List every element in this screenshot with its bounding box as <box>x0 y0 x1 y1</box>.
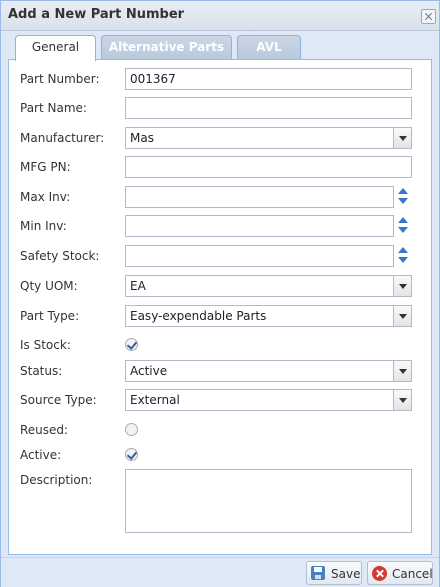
manufacturer-select[interactable]: Mas <box>125 127 412 149</box>
cancel-button-label: Cancel <box>392 567 433 581</box>
qty-uom-row: Qty UOM: EA <box>9 275 433 299</box>
dialog-window: Add a New Part Number General Alternativ… <box>0 0 440 587</box>
part-number-label: Part Number: <box>20 72 100 86</box>
part-type-select[interactable]: Easy-expendable Parts <box>125 305 412 327</box>
is-stock-row: Is Stock: <box>9 334 433 358</box>
active-checkbox[interactable] <box>125 448 138 461</box>
part-name-row: Part Name: <box>9 97 433 121</box>
mfg-pn-input[interactable] <box>125 156 412 178</box>
part-name-label: Part Name: <box>20 101 87 115</box>
dialog-body: General Alternative Parts AVL Part Numbe… <box>8 31 432 555</box>
tab-alternative-parts[interactable]: Alternative Parts <box>101 35 232 60</box>
spinner-icon[interactable] <box>393 186 412 208</box>
min-inv-label: Min Inv: <box>20 219 67 233</box>
min-inv-stepper[interactable] <box>125 215 412 237</box>
cancel-icon <box>372 566 387 581</box>
dialog-title: Add a New Part Number <box>8 7 185 22</box>
close-icon[interactable] <box>421 9 436 24</box>
mfg-pn-row: MFG PN: <box>9 156 433 180</box>
status-label: Status: <box>20 364 63 378</box>
is-stock-label: Is Stock: <box>20 338 71 352</box>
part-number-input[interactable]: 001367 <box>125 68 412 90</box>
manufacturer-label: Manufacturer: <box>20 131 105 145</box>
part-name-input[interactable] <box>125 97 412 119</box>
chevron-down-icon[interactable] <box>393 389 412 411</box>
manufacturer-value: Mas <box>130 131 154 145</box>
save-icon <box>311 566 325 580</box>
save-button-label: Save <box>331 567 361 581</box>
part-type-label: Part Type: <box>20 309 80 323</box>
spinner-icon[interactable] <box>393 245 412 267</box>
chevron-down-icon[interactable] <box>393 360 412 382</box>
manufacturer-row: Manufacturer: Mas <box>9 127 433 151</box>
safety-stock-label: Safety Stock: <box>20 249 100 263</box>
reused-label: Reused: <box>20 423 69 437</box>
min-inv-row: Min Inv: <box>9 215 433 239</box>
tab-avl[interactable]: AVL <box>237 35 301 60</box>
spinner-icon[interactable] <box>393 215 412 237</box>
qty-uom-value: EA <box>130 279 146 293</box>
chevron-down-icon[interactable] <box>393 305 412 327</box>
source-type-value: External <box>130 393 180 407</box>
max-inv-stepper[interactable] <box>125 186 412 208</box>
chevron-down-icon[interactable] <box>393 275 412 297</box>
active-label: Active: <box>20 448 62 462</box>
general-panel: Part Number: 001367 Part Name: Manufactu… <box>8 59 432 555</box>
dialog-footer: Save Cancel <box>1 557 439 587</box>
max-inv-label: Max Inv: <box>20 190 71 204</box>
safety-stock-row: Safety Stock: <box>9 245 433 269</box>
active-row: Active: <box>9 444 433 468</box>
cancel-button[interactable]: Cancel <box>367 561 433 585</box>
max-inv-row: Max Inv: <box>9 186 433 210</box>
source-type-select[interactable]: External <box>125 389 412 411</box>
qty-uom-label: Qty UOM: <box>20 279 78 293</box>
reused-checkbox[interactable] <box>125 423 138 436</box>
part-number-row: Part Number: 001367 <box>9 68 433 92</box>
part-type-row: Part Type: Easy-expendable Parts <box>9 305 433 329</box>
mfg-pn-label: MFG PN: <box>20 160 71 174</box>
status-row: Status: Active <box>9 360 433 384</box>
source-type-row: Source Type: External <box>9 389 433 413</box>
part-type-value: Easy-expendable Parts <box>130 309 267 323</box>
title-bar[interactable]: Add a New Part Number <box>1 1 439 31</box>
description-textarea[interactable] <box>125 469 412 533</box>
reused-row: Reused: <box>9 419 433 443</box>
save-button[interactable]: Save <box>306 561 362 585</box>
qty-uom-select[interactable]: EA <box>125 275 412 297</box>
description-label: Description: <box>20 473 93 487</box>
source-type-label: Source Type: <box>20 393 97 407</box>
tab-general[interactable]: General <box>15 35 96 61</box>
status-value: Active <box>130 364 168 378</box>
status-select[interactable]: Active <box>125 360 412 382</box>
is-stock-checkbox[interactable] <box>125 338 138 351</box>
safety-stock-stepper[interactable] <box>125 245 412 267</box>
description-row: Description: <box>9 469 433 535</box>
chevron-down-icon[interactable] <box>393 127 412 149</box>
